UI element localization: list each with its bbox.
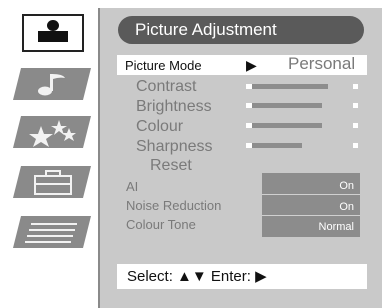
option-label-noise-reduction: Noise Reduction xyxy=(126,198,222,213)
tab-info-bg xyxy=(13,216,91,248)
brightness-slider-end xyxy=(353,103,358,108)
person-icon xyxy=(47,20,59,31)
tab-sound[interactable] xyxy=(7,64,97,104)
option-value-noise-reduction[interactable]: On xyxy=(339,200,354,214)
colour-slider-end xyxy=(353,123,358,128)
tab-info[interactable] xyxy=(7,212,97,252)
option-value-colour-tone[interactable]: Normal xyxy=(319,220,354,234)
sharpness-slider-fill xyxy=(252,143,302,148)
right-arrow-icon: ▶ xyxy=(255,268,267,285)
colour-slider-fill xyxy=(252,123,322,128)
menu-panel xyxy=(98,8,382,308)
select-label: Select: xyxy=(127,268,173,285)
option-divider xyxy=(262,215,360,216)
option-label-colour-tone: Colour Tone xyxy=(126,217,196,232)
enter-label: Enter: xyxy=(210,268,251,285)
right-arrow-icon: ▶ xyxy=(246,57,257,73)
option-divider xyxy=(262,194,360,195)
sharpness-slider-end xyxy=(353,143,358,148)
tab-column xyxy=(0,0,98,300)
tab-features[interactable] xyxy=(7,112,97,152)
picture-mode-value[interactable]: Personal xyxy=(288,55,355,73)
brightness-slider[interactable] xyxy=(246,103,322,108)
picture-mode-label: Picture Mode xyxy=(125,58,202,73)
tab-setup[interactable] xyxy=(7,162,97,202)
up-down-arrows-icon: ▲▼ xyxy=(177,268,207,285)
slider-label-brightness: Brightness xyxy=(136,98,212,115)
slider-start-mark xyxy=(246,143,250,148)
footer-hint: Select: ▲▼ Enter: ▶ xyxy=(127,268,267,286)
person-icon-body xyxy=(38,31,68,42)
slider-label-contrast: Contrast xyxy=(136,78,197,95)
option-label-ai: AI xyxy=(126,179,139,194)
slider-label-sharpness: Sharpness xyxy=(136,138,213,155)
sharpness-slider[interactable] xyxy=(246,143,302,148)
contrast-slider-fill xyxy=(252,84,328,89)
slider-start-mark xyxy=(246,103,250,108)
slider-start-mark xyxy=(246,123,250,128)
slider-label-colour: Colour xyxy=(136,118,184,135)
tab-features-bg xyxy=(13,116,91,148)
colour-slider[interactable] xyxy=(246,123,322,128)
contrast-slider-end xyxy=(353,84,358,89)
option-value-ai[interactable]: On xyxy=(339,179,354,193)
slider-start-mark xyxy=(246,84,250,89)
reset-item[interactable]: Reset xyxy=(150,157,192,175)
option-values-box[interactable]: On On Normal xyxy=(262,173,360,237)
menu-title: Picture Adjustment xyxy=(135,20,277,39)
contrast-slider[interactable] xyxy=(246,84,328,89)
brightness-slider-fill xyxy=(252,103,322,108)
